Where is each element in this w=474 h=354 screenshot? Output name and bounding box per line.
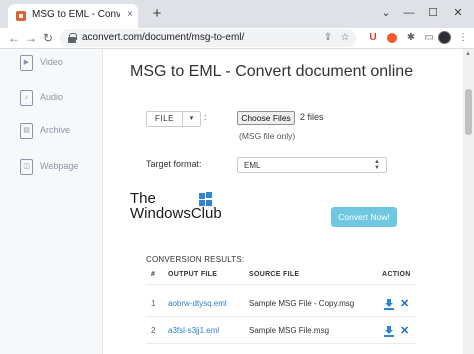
extensions-puzzle-icon[interactable]: ✱ [404,30,418,46]
side-panel-icon[interactable]: ▭ [422,30,436,46]
output-file-link[interactable]: aobrw-dtysq.eml [168,299,227,308]
tab-search-icon[interactable]: ⌄ [378,5,394,21]
delete-icon[interactable]: ✕ [400,299,409,310]
extension-u-icon[interactable]: U [366,30,380,46]
sidebar-item-label: Video [40,57,63,67]
source-file-name: Sample MSG File.msg [249,326,330,335]
converter-panel: MSG to EML - Convert document online FIL… [103,49,463,354]
scroll-up-arrow-icon[interactable]: ▲ [465,51,471,57]
files-selected-text: 2 files [300,112,324,122]
file-type-note: (MSG file only) [239,131,296,141]
browser-menu-icon[interactable]: ⋮ [456,30,470,46]
column-header-source-file: SOURCE FILE [249,271,300,278]
column-header-number: # [151,271,156,278]
sidebar-item-label: Archive [40,125,71,135]
row-divider [146,316,416,317]
page-title: MSG to EML - Convert document online [130,63,414,80]
choose-files-button[interactable]: Choose Files [237,111,295,125]
sidebar-item-video[interactable]: ▶ Video [0,55,103,75]
row-number: 1 [151,299,156,308]
close-window-button[interactable]: ✕ [450,5,466,21]
target-format-select[interactable]: EML ▲ ▼ [237,157,387,173]
scrollbar-thumb[interactable] [465,89,472,135]
select-arrows-icon: ▲ ▼ [374,159,380,171]
thewindowsclub-watermark: The WindowsClub [128,190,238,226]
output-file-link[interactable]: a3fsl-s3jj1.eml [168,326,219,335]
row-divider [146,343,416,344]
bookmark-star-icon[interactable]: ☆ [339,31,351,45]
conversion-results-heading: CONVERSION RESULTS: [146,255,245,264]
sidebar-item-label: Webpage [40,161,79,171]
new-tab-button[interactable]: + [149,6,165,22]
share-icon[interactable]: ⇪ [322,31,334,45]
browser-toolbar: ← → ↻ aconvert.com/document/msg-to-eml/ … [0,28,474,48]
source-file-name: Sample MSG File - Copy.msg [249,299,355,308]
tab-close-icon[interactable]: × [124,8,136,22]
convert-now-button[interactable]: Convert Now! [331,207,397,227]
target-format-label: Target format: [146,159,202,169]
category-sidebar: ▶ Video ♪ Audio ▤ Archive ◫ Webpage [0,49,103,354]
watermark-line2: WindowsClub [130,205,222,222]
site-favicon-icon [16,11,26,21]
video-file-icon: ▶ [20,55,33,71]
row-number: 2 [151,326,156,335]
lock-icon [68,33,77,43]
sidebar-item-audio[interactable]: ♪ Audio [0,90,103,110]
webpage-file-icon: ◫ [20,159,33,175]
column-header-action: ACTION [382,271,411,278]
minimize-window-button[interactable]: — [401,5,417,21]
page-scrollbar[interactable]: ▲ [463,49,474,354]
column-header-output-file: OUTPUT FILE [168,271,218,278]
url-text: aconvert.com/document/msg-to-eml/ [82,32,245,43]
sidebar-item-archive[interactable]: ▤ Archive [0,123,103,143]
reload-button[interactable]: ↻ [40,30,56,46]
delete-icon[interactable]: ✕ [400,326,409,337]
browser-tab[interactable]: MSG to EML - Convert documen × [8,4,138,28]
maximize-window-button[interactable]: ☐ [425,5,441,21]
tab-title: MSG to EML - Convert documen [32,9,120,20]
archive-file-icon: ▤ [20,123,33,139]
source-type-button[interactable]: FILE [146,111,183,127]
back-button[interactable]: ← [6,30,22,46]
address-bar[interactable]: aconvert.com/document/msg-to-eml/ ⇪ ☆ [60,29,356,47]
chevron-down-icon[interactable]: ▾ [182,111,201,127]
extension-c-icon[interactable] [385,30,399,46]
browser-tab-strip: MSG to EML - Convert documen × + ⌄ — ☐ ✕ [0,0,474,28]
target-format-value: EML [244,161,261,170]
sidebar-item-label: Audio [40,92,64,102]
audio-file-icon: ♪ [20,90,33,106]
download-icon[interactable] [384,299,394,310]
forward-button[interactable]: → [23,30,39,46]
source-type-colon: : [204,112,207,122]
windows-logo-icon [199,192,214,206]
download-icon[interactable] [384,326,394,337]
sidebar-item-webpage[interactable]: ◫ Webpage [0,159,103,179]
profile-avatar[interactable] [438,31,451,44]
table-header-divider [146,284,416,285]
